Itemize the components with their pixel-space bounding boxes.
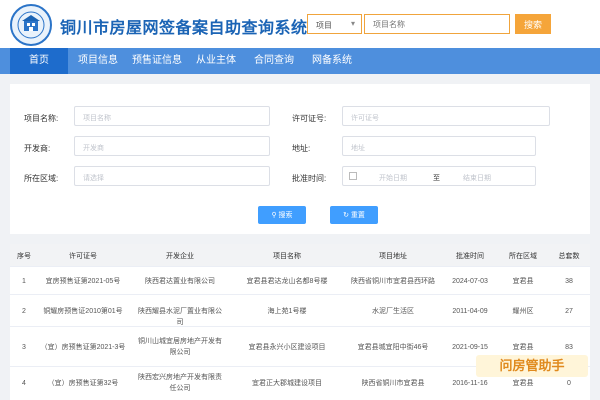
region-select[interactable]: 请选择 bbox=[74, 166, 270, 186]
address-label: 地址: bbox=[292, 144, 311, 153]
cell-project-name: 宜君正大郡城建设项目 bbox=[252, 380, 322, 387]
cell-developer: 陕西君达置业有限公司 bbox=[145, 278, 215, 285]
header-search-input[interactable] bbox=[364, 14, 510, 34]
cell-total-units: 27 bbox=[565, 308, 573, 315]
cell-developer: 陕西宏兴房地产开发有限责任公司 bbox=[138, 374, 222, 392]
header-search-button[interactable]: 搜索 bbox=[515, 14, 551, 34]
cell-project-address: 陕西省铜川市宜君县西环路 bbox=[351, 278, 435, 285]
cell-project-address: 宜君县城宜阳中街46号 bbox=[357, 344, 429, 351]
region-label: 所在区域: bbox=[24, 174, 59, 183]
calendar-icon bbox=[349, 172, 357, 180]
date-range-separator: 至 bbox=[433, 175, 440, 182]
logo-emblem-icon bbox=[10, 4, 52, 46]
cell-developer: 铜川山城宜居房地产开发有限公司 bbox=[138, 338, 222, 356]
cell-approval-date: 2024-07-03 bbox=[452, 278, 488, 285]
nav-item-presale-licenses[interactable]: 预售证信息 bbox=[128, 48, 186, 74]
search-form-panel: 项目名称: 项目名称 许可证号: 许可证号 开发商: 开发商 地址: 地址 所在… bbox=[10, 84, 590, 234]
header-total-units: 总套数 bbox=[558, 253, 580, 260]
cell-total-units: 83 bbox=[565, 344, 573, 351]
search-type-select[interactable]: 项目 ▾ bbox=[307, 14, 362, 34]
table-header-row: 序号 许可证号 开发企业 项目名称 项目地址 批准时间 所在区域 总套数 bbox=[10, 244, 590, 266]
cell-project-name: 海上苑1号楼 bbox=[267, 308, 307, 315]
search-type-value: 项目 bbox=[316, 21, 332, 30]
developer-input[interactable]: 开发商 bbox=[74, 136, 270, 156]
project-name-label: 项目名称: bbox=[24, 114, 59, 123]
table-row[interactable]: 1 宜房预售证第2021-05号 陕西君达置业有限公司 宜君县君达龙山名都8号楼… bbox=[10, 266, 590, 294]
cell-developer: 陕西耀县水泥厂置业有限公司 bbox=[138, 308, 222, 326]
cell-total-units: 38 bbox=[565, 278, 573, 285]
site-title: 铜川市房屋网签备案自助查询系统 bbox=[60, 20, 308, 37]
header-index: 序号 bbox=[17, 253, 31, 260]
start-date-placeholder: 开始日期 bbox=[379, 175, 407, 182]
cell-index: 1 bbox=[22, 278, 26, 285]
header-license-no: 许可证号 bbox=[69, 253, 97, 260]
approval-date-range[interactable]: 开始日期 至 结束日期 bbox=[342, 166, 536, 186]
cell-license-no: （宜）房预售证第2021-3号 bbox=[40, 344, 126, 351]
header-approval-date: 批准时间 bbox=[456, 253, 484, 260]
cell-region: 宜君县 bbox=[512, 380, 534, 387]
address-input[interactable]: 地址 bbox=[342, 136, 536, 156]
cell-total-units: 0 bbox=[567, 380, 571, 387]
cell-index: 2 bbox=[22, 308, 26, 315]
nav-item-entities[interactable]: 从业主体 bbox=[188, 48, 244, 74]
cell-region: 宜君县 bbox=[512, 278, 534, 285]
end-date-placeholder: 结束日期 bbox=[463, 175, 491, 182]
cell-license-no: 铜耀房预售证2010第01号 bbox=[43, 308, 123, 315]
nav-item-projects[interactable]: 项目信息 bbox=[70, 48, 126, 74]
cell-index: 4 bbox=[22, 380, 26, 387]
developer-label: 开发商: bbox=[24, 144, 51, 153]
cell-license-no: （宜）房预售证第32号 bbox=[47, 380, 119, 387]
watermark-badge: 问房管助手 bbox=[476, 355, 588, 377]
cell-approval-date: 2011-04-09 bbox=[452, 308, 488, 315]
nav-item-home[interactable]: 首页 bbox=[10, 48, 68, 74]
site-header: 铜川市房屋网签备案自助查询系统 项目 ▾ 搜索 bbox=[0, 0, 600, 48]
header-project-name: 项目名称 bbox=[273, 253, 301, 260]
chevron-down-icon: ▾ bbox=[350, 19, 355, 28]
header-region: 所在区域 bbox=[509, 253, 537, 260]
form-search-button[interactable]: ⚲ 搜索 bbox=[258, 206, 306, 224]
cell-license-no: 宜房预售证第2021-05号 bbox=[45, 278, 121, 285]
search-icon: ⚲ bbox=[271, 212, 277, 219]
cell-project-address: 陕西省铜川市宜君县 bbox=[361, 380, 425, 387]
cell-approval-date: 2016-11-16 bbox=[452, 380, 488, 387]
cell-index: 3 bbox=[22, 344, 26, 351]
header-project-address: 项目地址 bbox=[379, 253, 407, 260]
cell-region: 耀州区 bbox=[512, 308, 534, 315]
license-no-input[interactable]: 许可证号 bbox=[342, 106, 550, 126]
cell-region: 宜君县 bbox=[512, 344, 534, 351]
header-developer: 开发企业 bbox=[166, 253, 194, 260]
nav-item-filing-system[interactable]: 网备系统 bbox=[304, 48, 360, 74]
main-nav: 首页 项目信息 预售证信息 从业主体 合同查询 网备系统 bbox=[0, 48, 600, 74]
reset-button-label: 重置 bbox=[350, 212, 365, 219]
reset-button[interactable]: ↻ 重置 bbox=[330, 206, 378, 224]
form-search-button-label: 搜索 bbox=[278, 212, 293, 219]
nav-item-contracts[interactable]: 合同查询 bbox=[246, 48, 302, 74]
cell-project-name: 宜君县君达龙山名都8号楼 bbox=[246, 278, 328, 285]
approval-time-label: 批准时间: bbox=[292, 174, 327, 183]
cell-project-name: 宜君县永兴小区建设项目 bbox=[248, 344, 326, 351]
license-no-label: 许可证号: bbox=[292, 114, 327, 123]
refresh-icon: ↻ bbox=[343, 212, 349, 219]
cell-project-address: 水泥厂生活区 bbox=[372, 308, 414, 315]
project-name-input[interactable]: 项目名称 bbox=[74, 106, 270, 126]
cell-approval-date: 2021-09-15 bbox=[452, 344, 488, 351]
table-row[interactable]: 2 铜耀房预售证2010第01号 陕西耀县水泥厂置业有限公司 海上苑1号楼 水泥… bbox=[10, 294, 590, 326]
